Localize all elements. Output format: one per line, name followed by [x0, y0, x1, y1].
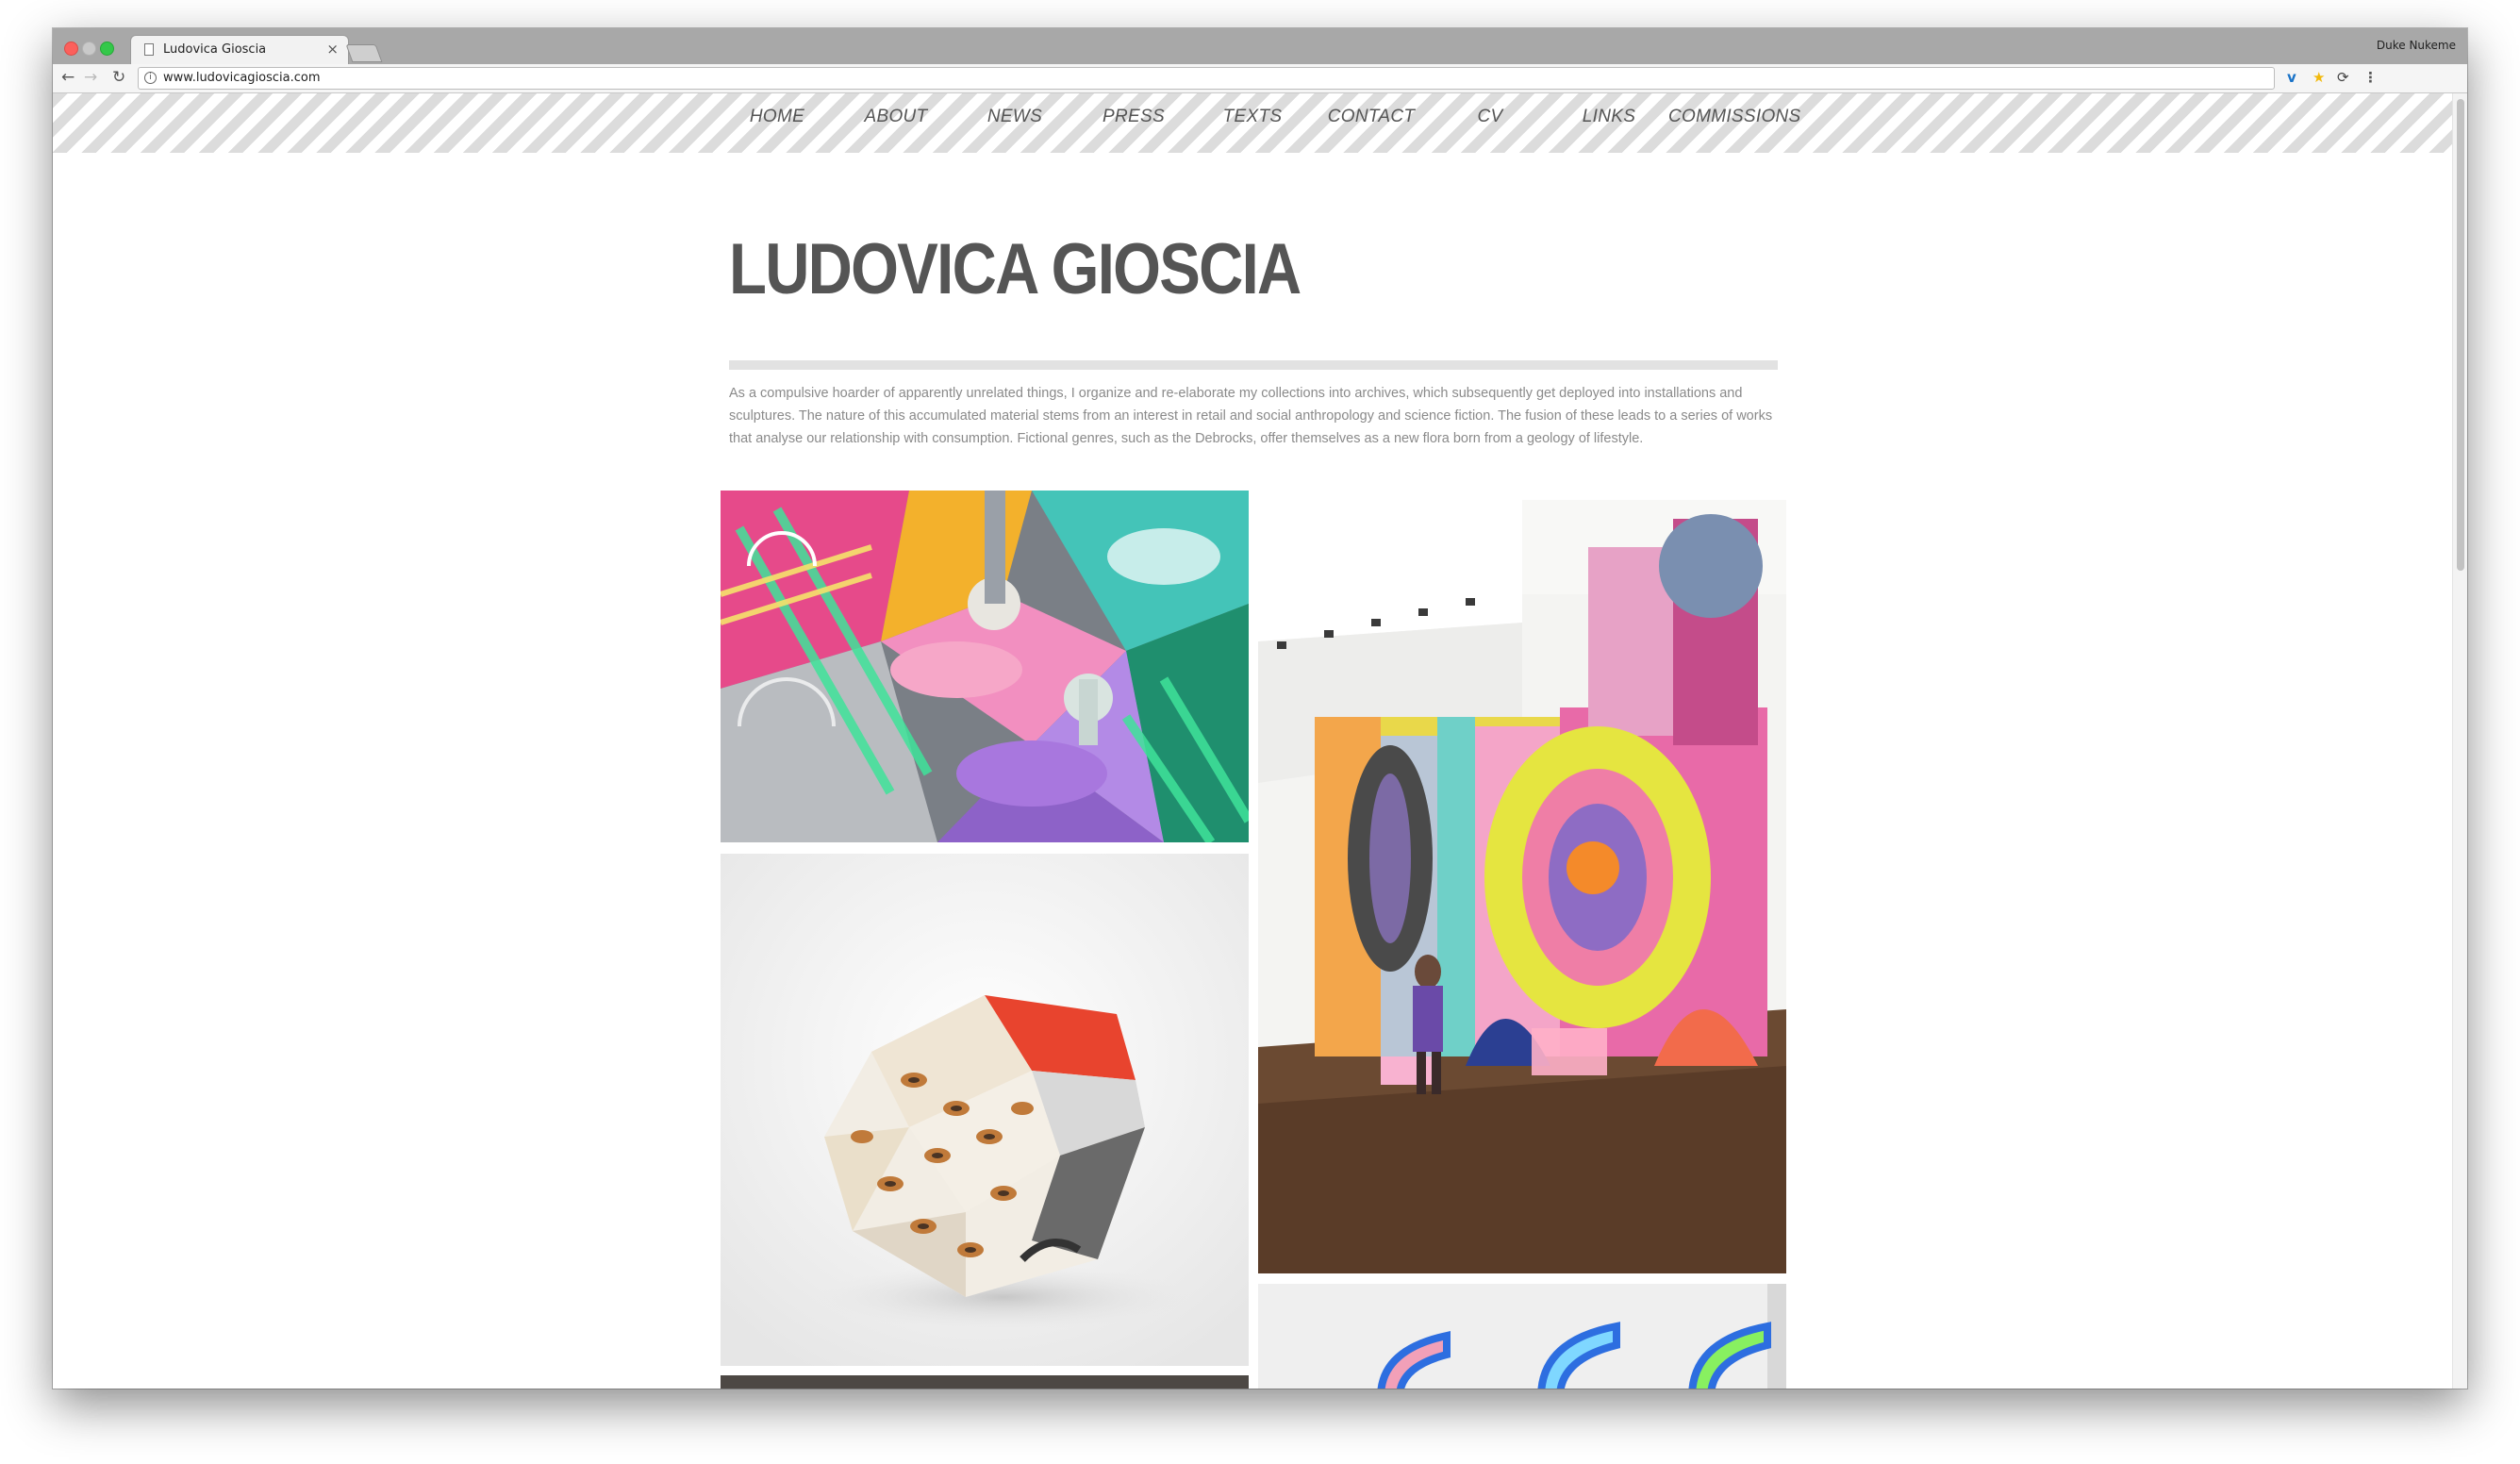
nav-label: PRESS: [1102, 107, 1165, 126]
colorful-collage-artwork[interactable]: [721, 491, 1249, 842]
nav-item-commissions[interactable]: COMMISSIONS: [1668, 99, 1800, 134]
nav-label: LINKS: [1582, 107, 1636, 126]
nav-label: TEXTS: [1222, 107, 1283, 126]
forward-arrow-icon[interactable]: →: [84, 68, 97, 87]
page-viewport: HOME ABOUT NEWS PRESS TEXTS CONTACT CV L…: [53, 93, 2467, 1389]
nav-label: CV: [1477, 107, 1503, 126]
neon-arches-artwork-partial[interactable]: [1258, 1284, 1786, 1389]
scrollbar-thumb[interactable]: [2457, 99, 2464, 571]
collage-image: [721, 491, 1249, 842]
tab-title: Ludovica Gioscia: [163, 42, 267, 57]
main-nav: HOME ABOUT NEWS PRESS TEXTS CONTACT CV L…: [718, 99, 1840, 134]
address-bar[interactable]: i www.ludovicagioscia.com: [138, 67, 2275, 90]
gallery-installation-wallpaper[interactable]: [1258, 500, 1786, 1273]
reload-icon[interactable]: ↻: [112, 68, 125, 87]
star-icon[interactable]: ★: [2313, 69, 2325, 86]
tab-close-icon[interactable]: ×: [326, 41, 339, 58]
nav-item-links[interactable]: LINKS: [1550, 99, 1668, 134]
neon-arches-image: [1258, 1284, 1786, 1389]
window-minimize-button[interactable]: [82, 42, 96, 56]
page-icon: [144, 43, 154, 56]
intro-text: As a compulsive hoarder of apparently un…: [729, 386, 1773, 446]
window-close-button[interactable]: [64, 42, 78, 56]
nav-item-about[interactable]: ABOUT: [837, 99, 955, 134]
nav-item-news[interactable]: NEWS: [955, 99, 1074, 134]
sculpture-image: [721, 854, 1249, 1366]
url-text[interactable]: www.ludovicagioscia.com: [163, 71, 321, 85]
tab-strip: Ludovica Gioscia × Duke Nukeme: [53, 28, 2467, 65]
installation-image: [1258, 500, 1786, 1273]
window-maximize-button[interactable]: [100, 42, 114, 56]
nav-label: NEWS: [986, 107, 1043, 126]
vertical-scrollbar[interactable]: [2452, 93, 2467, 1389]
profile-name[interactable]: Duke Nukeme: [2377, 39, 2456, 52]
crumpled-burnt-sculpture[interactable]: [721, 854, 1249, 1366]
title-divider: [729, 360, 1778, 370]
site-title: LUDOVICA GIOSCIA: [729, 229, 1301, 309]
new-tab-button[interactable]: [345, 44, 383, 62]
info-icon[interactable]: i: [144, 72, 157, 84]
nav-label: HOME: [749, 107, 805, 126]
nav-label: COMMISSIONS: [1668, 107, 1801, 126]
nav-item-home[interactable]: HOME: [718, 99, 837, 134]
nav-label: ABOUT: [864, 107, 928, 126]
nav-item-texts[interactable]: TEXTS: [1193, 99, 1312, 134]
back-arrow-icon[interactable]: ←: [61, 68, 75, 87]
nav-label: CONTACT: [1327, 107, 1416, 126]
menu-icon[interactable]: ⋮: [2363, 69, 2378, 86]
browser-tab[interactable]: Ludovica Gioscia ×: [130, 35, 349, 65]
dark-artwork-partial[interactable]: [721, 1375, 1249, 1389]
nav-item-contact[interactable]: CONTACT: [1312, 99, 1431, 134]
nav-item-press[interactable]: PRESS: [1074, 99, 1193, 134]
vimeo-icon[interactable]: v: [2287, 69, 2296, 86]
sync-icon[interactable]: ⟳: [2337, 69, 2349, 86]
nav-item-cv[interactable]: CV: [1431, 99, 1550, 134]
browser-toolbar: ← → ↻ i www.ludovicagioscia.com v ★ ⟳ ⋮: [53, 64, 2467, 93]
browser-window: Ludovica Gioscia × Duke Nukeme ← → ↻ i w…: [53, 28, 2467, 1389]
